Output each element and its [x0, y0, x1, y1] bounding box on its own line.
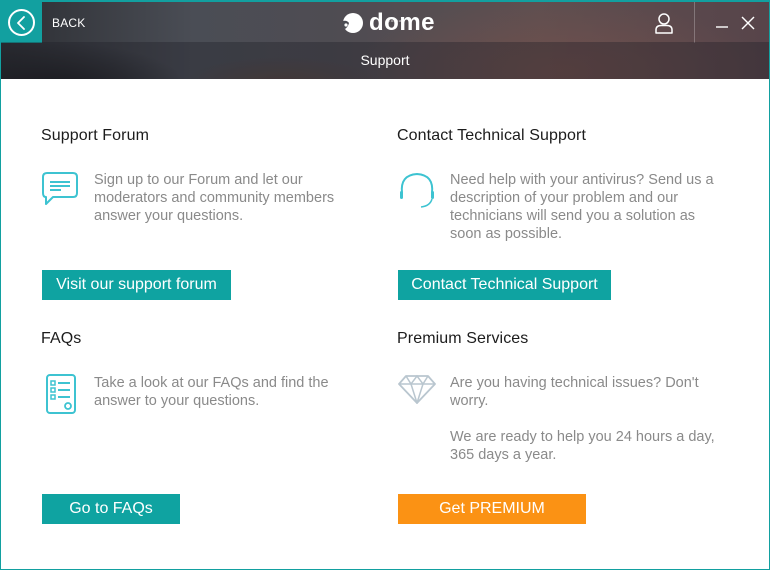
back-arrow-icon: [8, 9, 35, 36]
support-window: BACK dome panda Support Support Forum Si…: [0, 0, 770, 570]
section-title: Premium Services: [397, 330, 529, 347]
back-label[interactable]: BACK: [52, 16, 85, 30]
section-description: Are you having technical issues? Don't w…: [450, 375, 715, 463]
logo-wordmark: dome panda: [369, 9, 436, 36]
headset-icon: [400, 172, 434, 208]
visit-support-forum-button[interactable]: Visit our support forum: [42, 270, 231, 300]
go-to-faqs-button[interactable]: Go to FAQs: [42, 494, 180, 524]
premium-services-section: Premium Services Are you having technica…: [397, 330, 727, 463]
header-divider: [694, 2, 695, 43]
contact-technical-support-button[interactable]: Contact Technical Support: [398, 270, 611, 300]
header: BACK dome panda Support: [1, 1, 769, 79]
get-premium-services-button[interactable]: Get PREMIUM Services: [398, 494, 586, 547]
section-title: FAQs: [41, 330, 82, 347]
section-description: Need help with your antivirus? Send us a…: [450, 172, 714, 242]
contact-technical-support-section: Contact Technical Support Need help with…: [397, 127, 727, 242]
title-bar: BACK dome panda: [1, 1, 769, 43]
section-description: Take a look at our FAQs and find the ans…: [94, 375, 329, 409]
close-icon[interactable]: [741, 16, 755, 30]
faq-list-icon: [46, 374, 76, 414]
faqs-section: FAQs Take a look at our FAQs and find th…: [41, 330, 371, 414]
chat-bubble-icon: [42, 172, 78, 205]
section-title: Support Forum: [41, 127, 150, 144]
minimize-icon[interactable]: [715, 16, 729, 30]
logo-brand-small: panda: [388, 18, 402, 23]
page-title: Support: [360, 52, 410, 68]
section-title: Contact Technical Support: [397, 127, 586, 144]
support-forum-section: Support Forum Sign up to our Forum and l…: [41, 127, 371, 224]
panda-logo-icon: [342, 13, 363, 33]
user-icon[interactable]: [653, 12, 675, 34]
section-description: Sign up to our Forum and let our moderat…: [94, 172, 335, 224]
dome-logo: dome panda: [341, 9, 435, 37]
diamond-icon: [398, 374, 436, 404]
back-button[interactable]: [1, 2, 42, 43]
